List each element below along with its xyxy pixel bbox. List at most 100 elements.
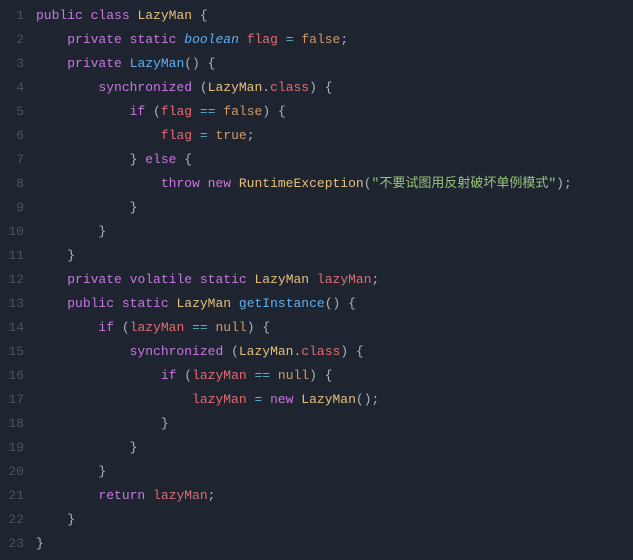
line-number: 17 xyxy=(0,388,24,412)
token-punc: ) xyxy=(340,344,348,359)
token-punc: } xyxy=(130,440,138,455)
token-id: lazyMan xyxy=(153,488,208,503)
token-cls: LazyMan xyxy=(301,392,356,407)
token-kw-ctrl: if xyxy=(130,104,146,119)
line-number: 18 xyxy=(0,412,24,436)
line-number: 4 xyxy=(0,76,24,100)
line-number: 22 xyxy=(0,508,24,532)
token-punc: { xyxy=(200,8,208,23)
token-fn: getInstance xyxy=(239,296,325,311)
code-area: public class LazyMan { private static bo… xyxy=(36,4,633,556)
token-punc: ; xyxy=(340,32,348,47)
token-punc: { xyxy=(262,320,270,335)
token-kw-ctrl: else xyxy=(145,152,176,167)
token-punc: ( xyxy=(364,176,372,191)
code-line: } xyxy=(36,412,633,436)
line-number: 10 xyxy=(0,220,24,244)
token-kw-mod: static xyxy=(200,272,247,287)
code-line: } xyxy=(36,436,633,460)
token-kw-bool: null xyxy=(216,320,247,335)
code-line: } xyxy=(36,508,633,532)
token-punc: ( xyxy=(153,104,161,119)
token-cls: LazyMan xyxy=(255,272,310,287)
code-line: } xyxy=(36,196,633,220)
code-line: flag = true; xyxy=(36,124,633,148)
token-punc: () xyxy=(356,392,372,407)
line-number: 11 xyxy=(0,244,24,268)
token-punc: ; xyxy=(247,128,255,143)
token-punc: ; xyxy=(372,392,380,407)
token-punc: ( xyxy=(200,80,208,95)
line-number: 5 xyxy=(0,100,24,124)
token-punc: ) xyxy=(309,80,317,95)
token-kw-bool: null xyxy=(278,368,309,383)
code-line: if (lazyMan == null) { xyxy=(36,316,633,340)
token-kw-ctrl: throw xyxy=(161,176,200,191)
token-id: lazyMan xyxy=(130,320,185,335)
token-id: lazyMan xyxy=(317,272,372,287)
token-punc: . xyxy=(262,80,270,95)
token-cls: LazyMan xyxy=(137,8,192,23)
token-punc: } xyxy=(98,224,106,239)
line-number: 2 xyxy=(0,28,24,52)
code-line: public class LazyMan { xyxy=(36,4,633,28)
token-punc: } xyxy=(161,416,169,431)
code-line: throw new RuntimeException("不要试图用反射破坏单例模… xyxy=(36,172,633,196)
line-number: 13 xyxy=(0,292,24,316)
token-cls: RuntimeException xyxy=(239,176,364,191)
code-line: } xyxy=(36,460,633,484)
token-punc: { xyxy=(208,56,216,71)
line-number: 12 xyxy=(0,268,24,292)
token-punc: ) xyxy=(262,104,270,119)
token-punc: () xyxy=(325,296,341,311)
token-kw-mod: static xyxy=(122,296,169,311)
token-kw-mod: public xyxy=(67,296,114,311)
token-punc: { xyxy=(325,80,333,95)
token-kw-mod: public xyxy=(36,8,83,23)
code-line: } xyxy=(36,244,633,268)
token-cls: LazyMan xyxy=(176,296,231,311)
token-punc: ; xyxy=(208,488,216,503)
token-punc: } xyxy=(36,536,44,551)
token-kw-new: new xyxy=(208,176,231,191)
token-fn: LazyMan xyxy=(130,56,185,71)
token-punc: { xyxy=(184,152,192,167)
token-punc: } xyxy=(98,464,106,479)
code-line: if (flag == false) { xyxy=(36,100,633,124)
code-line: private static boolean flag = false; xyxy=(36,28,633,52)
token-kw-mod: static xyxy=(130,32,177,47)
code-line: return lazyMan; xyxy=(36,484,633,508)
code-editor: 1234567891011121314151617181920212223 pu… xyxy=(0,0,633,560)
code-line: } xyxy=(36,532,633,556)
code-line: synchronized (LazyMan.class) { xyxy=(36,76,633,100)
token-kw-ctrl: synchronized xyxy=(98,80,192,95)
token-punc: () xyxy=(184,56,200,71)
line-number: 1 xyxy=(0,4,24,28)
token-punc: { xyxy=(356,344,364,359)
token-punc: } xyxy=(67,512,75,527)
code-line: } xyxy=(36,220,633,244)
line-number: 7 xyxy=(0,148,24,172)
token-kw-type: boolean xyxy=(184,32,239,47)
token-op: = xyxy=(286,32,294,47)
token-cls: LazyMan xyxy=(208,80,263,95)
token-op: == xyxy=(192,320,208,335)
token-id: flag xyxy=(161,128,192,143)
line-number: 3 xyxy=(0,52,24,76)
token-kw-mod: volatile xyxy=(130,272,192,287)
token-kw-mod: class xyxy=(91,8,130,23)
token-punc: ) xyxy=(556,176,564,191)
token-kw-bool: false xyxy=(223,104,262,119)
token-punc: { xyxy=(348,296,356,311)
token-punc: { xyxy=(325,368,333,383)
token-kw-mod: private xyxy=(67,32,122,47)
token-prop: class xyxy=(301,344,340,359)
line-number: 16 xyxy=(0,364,24,388)
token-kw-ctrl: synchronized xyxy=(130,344,224,359)
token-kw-ctrl: if xyxy=(98,320,114,335)
token-punc: } xyxy=(67,248,75,263)
token-op: = xyxy=(200,128,208,143)
line-number: 19 xyxy=(0,436,24,460)
token-punc: ; xyxy=(564,176,572,191)
line-number: 14 xyxy=(0,316,24,340)
